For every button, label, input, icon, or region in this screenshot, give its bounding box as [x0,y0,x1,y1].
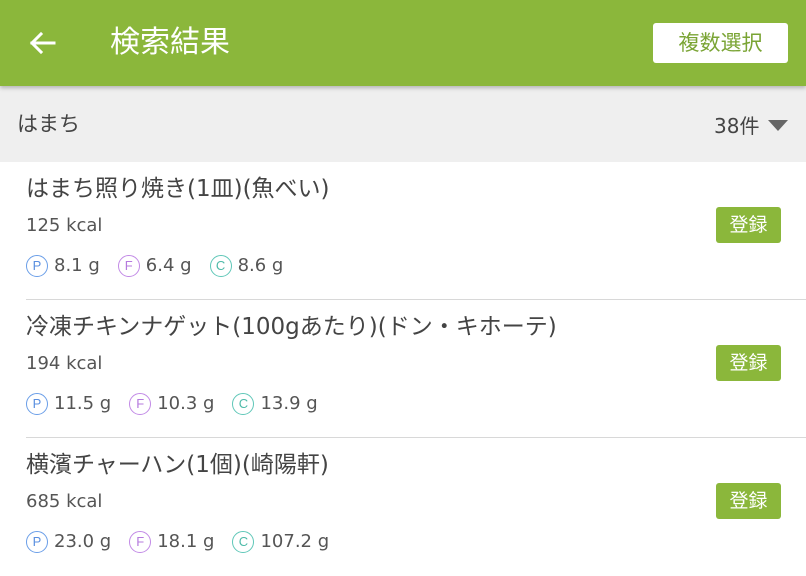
protein-value: 8.1 g [54,255,100,276]
fat-icon: F [129,393,152,415]
protein-icon: P [26,393,48,415]
search-query: はまち [17,112,80,136]
macros: P 8.1 g F 6.4 g C 8.6 g [26,254,301,278]
arrow-left-icon[interactable] [24,25,60,61]
result-list: はまち照り焼き(1皿)(魚べい) 125 kcal P 8.1 g F 6.4 g … [0,162,806,576]
register-button[interactable]: 登録 [716,207,781,243]
macros: P 11.5 g F 10.3 g C 13.9 g [26,392,336,416]
macros: P 23.0 g F 18.1 g C 107.2 g [26,530,347,554]
fat-value: 18.1 g [157,531,215,552]
food-name: はまち照り焼き(1皿)(魚べい) [26,176,330,202]
food-name: 横濱チャーハン(1個)(崎陽軒) [26,452,329,478]
fat: F 6.4 g [117,254,192,278]
fat: F 18.1 g [129,530,214,554]
fat-icon: F [129,531,152,553]
protein-value: 11.5 g [54,393,112,414]
carbs-value: 107.2 g [260,531,330,552]
register-button[interactable]: 登録 [716,483,781,519]
carbs: C 107.2 g [232,530,329,554]
carbs-icon: C [232,393,255,415]
search-summary-bar: はまち 38件 [0,86,806,162]
food-name: 冷凍チキンナゲット(100gあたり)(ドン・キホーテ) [26,314,557,340]
carbs-icon: C [209,255,232,277]
register-button[interactable]: 登録 [716,345,781,381]
protein-value: 23.0 g [54,531,112,552]
caret-down-icon[interactable] [768,120,788,131]
list-item[interactable]: 横濱チャーハン(1個)(崎陽軒) 685 kcal P 23.0 g F 18.1 … [0,438,806,576]
protein-icon: P [26,255,48,277]
protein: P 11.5 g [26,392,111,416]
protein: P 8.1 g [26,254,100,278]
carbs: C 13.9 g [232,392,318,416]
carbs-icon: C [232,531,255,553]
fat-value: 6.4 g [145,255,192,276]
carbs-value: 13.9 g [260,393,318,414]
page-title: 検索結果 [110,25,230,60]
fat-value: 10.3 g [157,393,215,414]
food-kcal: 125 kcal [26,215,103,236]
multi-select-button[interactable]: 複数選択 [653,23,788,63]
food-kcal: 685 kcal [26,491,103,512]
app-bar: 検索結果 複数選択 [0,0,806,86]
protein: P 23.0 g [26,530,111,554]
list-item[interactable]: はまち照り焼き(1皿)(魚べい) 125 kcal P 8.1 g F 6.4 g … [0,162,806,300]
result-count[interactable]: 38件 [714,112,759,140]
carbs: C 8.6 g [209,254,284,278]
list-item[interactable]: 冷凍チキンナゲット(100gあたり)(ドン・キホーテ) 194 kcal P 11… [0,300,806,438]
protein-icon: P [26,531,48,553]
fat-icon: F [117,255,140,277]
food-kcal: 194 kcal [26,353,103,374]
carbs-value: 8.6 g [237,255,284,276]
fat: F 10.3 g [129,392,214,416]
